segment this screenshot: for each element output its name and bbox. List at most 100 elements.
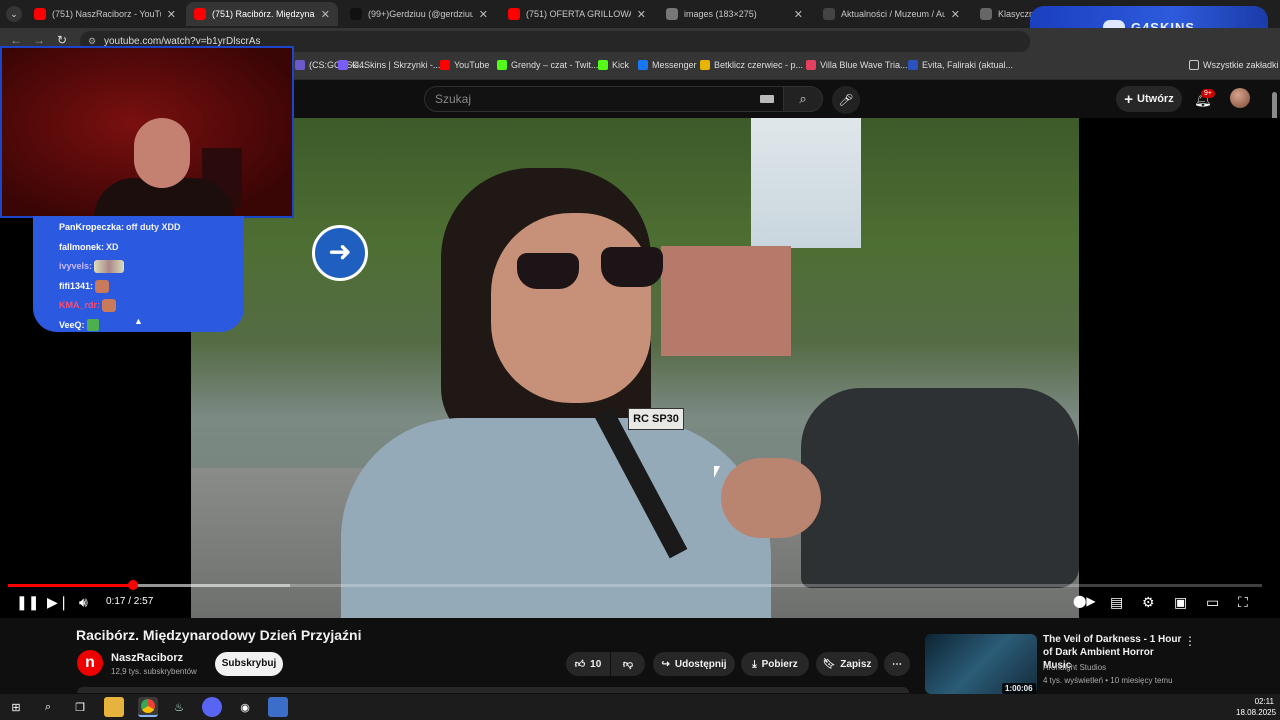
bookmark-favicon-icon <box>598 60 608 70</box>
bookmark-favicon-icon <box>700 60 710 70</box>
volume-icon[interactable]: 🔊︎ <box>79 594 88 611</box>
progress-scrubber[interactable] <box>128 580 139 590</box>
channel-avatar[interactable]: n <box>77 650 103 676</box>
miniplayer-icon[interactable]: ▣ <box>1174 594 1187 611</box>
more-actions-button[interactable]: ⋯ <box>884 652 910 676</box>
chat-username: fallmonek: <box>59 241 105 252</box>
tab-favicon-icon <box>350 8 362 20</box>
theater-mode-icon[interactable]: ▭ <box>1206 594 1219 611</box>
task-view-icon[interactable]: ❐ <box>70 697 90 717</box>
forward-arrow-icon[interactable]: → <box>33 33 45 47</box>
keyboard-icon[interactable] <box>760 95 774 103</box>
chat-username: ivyvels: <box>59 261 93 271</box>
search-placeholder: Szukaj <box>435 92 472 106</box>
chat-overlay: PanKropeczka: off duty XDD fallmonek: XD ivy… <box>33 216 244 332</box>
create-button[interactable]: + Utwórz <box>1116 86 1182 112</box>
like-count: 10 <box>590 658 602 670</box>
calculator-icon[interactable] <box>268 697 288 717</box>
back-arrow-icon[interactable]: ← <box>10 33 22 47</box>
recommended-channel[interactable]: Arondight Studios <box>1043 663 1106 672</box>
share-button[interactable]: ↪ Udostępnij <box>653 652 735 676</box>
fullscreen-icon[interactable]: ⛶ <box>1238 594 1248 611</box>
browser-tab[interactable]: Aktualności / Muzeum / Auschwitz ✕ <box>815 2 968 26</box>
person-body <box>341 418 771 618</box>
browser-tab[interactable]: (751) NaszRaciborz - YouTube ✕ <box>26 2 184 26</box>
recommended-duration: 1:00:06 <box>1002 683 1036 694</box>
download-icon: ⤓ <box>752 658 757 670</box>
autoplay-toggle[interactable]: ⬤▶ <box>1073 594 1096 608</box>
tab-title: (751) OFERTA GRILLOWA : LIDL <box>526 9 631 19</box>
scene-sky <box>751 118 861 248</box>
next-icon[interactable]: ▶❘ <box>47 594 70 611</box>
tab-close-icon[interactable]: ✕ <box>794 8 803 21</box>
tab-close-icon[interactable]: ✕ <box>321 8 330 21</box>
chat-collapse-chevron-icon: ▲ <box>134 316 143 326</box>
bookmark-icon: 🔖︎ <box>822 658 836 670</box>
bookmark-label: G4Skins | Skrzynki -... <box>352 60 441 70</box>
bookmark-item[interactable]: Betklicz czerwiec - p... <box>700 60 803 70</box>
bookmark-item[interactable]: Evita, Faliraki (aktual... <box>908 60 1013 70</box>
account-avatar[interactable] <box>1230 88 1250 108</box>
direction-sign-arrow-icon: ➜ <box>312 225 368 281</box>
chat-emote-icon <box>102 299 117 313</box>
voice-search-mic-icon[interactable]: 🎤︎ <box>832 86 860 114</box>
clock-time: 02:11 <box>1254 697 1274 706</box>
browser-tab[interactable]: images (183×275) ✕ <box>658 2 811 26</box>
tab-close-icon[interactable]: ✕ <box>479 8 488 21</box>
pause-icon[interactable]: ❚❚ <box>16 594 39 611</box>
taskbar-clock: 02:11 18.08.2025 <box>1236 696 1276 718</box>
bookmark-item[interactable]: G4Skins | Skrzynki -... <box>338 60 440 70</box>
browser-tab[interactable]: (751) Racibórz. Międzynarodowy Dzień Prz… <box>186 2 338 26</box>
create-label: Utwórz <box>1137 93 1174 105</box>
browser-tab[interactable]: (99+)Gerdziuu (@gerdziuuu) | TikTok ✕ <box>342 2 496 26</box>
bookmark-favicon-icon <box>497 60 507 70</box>
tab-close-icon[interactable]: ✕ <box>951 8 960 21</box>
tab-favicon-icon <box>34 8 46 20</box>
tab-close-icon[interactable]: ✕ <box>637 8 646 21</box>
subscribe-button[interactable]: Subskrybuj <box>215 652 283 676</box>
bookmark-favicon-icon <box>440 60 450 70</box>
webcam-overlay <box>0 46 294 218</box>
download-button[interactable]: ⤓ Pobierz <box>741 652 809 676</box>
video-frame[interactable] <box>191 118 1079 618</box>
reload-icon[interactable]: ↻ <box>57 33 67 47</box>
tab-title: Aktualności / Muzeum / Auschwitz <box>841 9 945 19</box>
bookmark-item[interactable]: Grendy – czat - Twit... <box>497 60 598 70</box>
bookmark-item[interactable]: YouTube <box>440 60 489 70</box>
tab-favicon-icon <box>823 8 835 20</box>
windows-start-icon[interactable]: ⊞ <box>6 697 26 717</box>
bookmark-favicon-icon <box>338 60 348 70</box>
search-taskbar-icon[interactable]: ⌕ <box>38 697 58 717</box>
bookmark-item[interactable]: Kick <box>598 60 629 70</box>
steam-icon[interactable]: ♨ <box>169 697 189 717</box>
discord-icon[interactable] <box>202 697 222 717</box>
chat-message: KMA_rdr: <box>59 296 244 316</box>
tab-title: (751) NaszRaciborz - YouTube <box>52 9 161 19</box>
bookmark-item[interactable]: Messenger <box>638 60 697 70</box>
description-box[interactable] <box>77 687 909 693</box>
search-input[interactable]: Szukaj <box>424 86 784 112</box>
file-explorer-icon[interactable] <box>104 697 124 717</box>
chat-text: XD <box>106 241 119 252</box>
more-vertical-icon[interactable]: ⋮ <box>1184 634 1196 648</box>
settings-gear-icon[interactable]: ⚙ <box>1142 594 1155 611</box>
dislike-button[interactable]: 👎︎ <box>611 652 645 676</box>
obs-icon[interactable]: ◉ <box>235 697 255 717</box>
bookmark-item[interactable]: Villa Blue Wave Tria... <box>806 60 908 70</box>
progress-played <box>8 584 134 587</box>
windows-taskbar <box>0 694 1280 720</box>
save-button[interactable]: 🔖︎ Zapisz <box>816 652 878 676</box>
tab-search-chevron-icon[interactable]: ⌄ <box>6 6 22 22</box>
tab-close-icon[interactable]: ✕ <box>167 8 176 21</box>
all-bookmarks-folder[interactable]: Wszystkie zakładki <box>1189 60 1279 70</box>
like-button[interactable]: 👍︎ 10 <box>566 652 610 676</box>
chat-username: VeeQ: <box>59 319 85 330</box>
browser-tab[interactable]: (751) OFERTA GRILLOWA : LIDL ✕ <box>500 2 654 26</box>
chrome-icon[interactable] <box>138 697 158 717</box>
bookmark-label: Betklicz czerwiec - p... <box>714 60 804 70</box>
subtitles-icon[interactable]: ▤ <box>1110 594 1123 611</box>
channel-name[interactable]: NaszRaciborz <box>111 652 183 664</box>
person-face <box>491 213 651 403</box>
search-button[interactable]: ⌕ <box>783 86 823 112</box>
chat-message: fallmonek: XD <box>59 238 244 258</box>
